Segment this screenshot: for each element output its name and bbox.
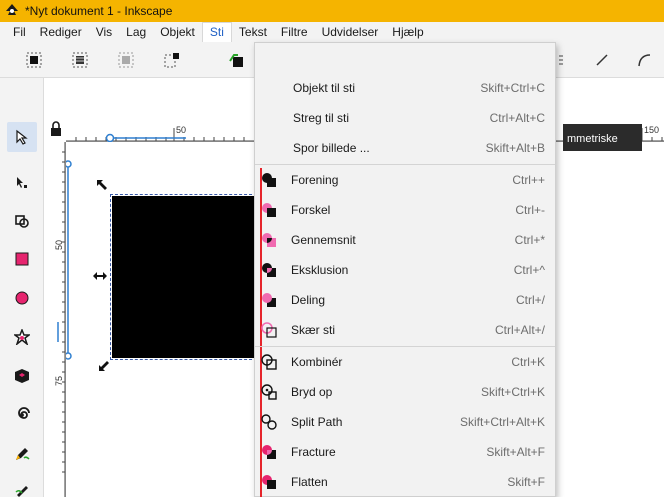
intersection-icon: [262, 233, 276, 247]
deselect-icon[interactable]: [116, 50, 136, 70]
menu-item-break-apart[interactable]: Bryd op Skift+Ctrl+K: [255, 377, 555, 407]
menu-item-trace-bitmap[interactable]: Spor billede ... Skift+Alt+B: [255, 133, 555, 163]
break-apart-icon: [261, 384, 277, 400]
pencil-tool-icon[interactable]: [7, 439, 37, 469]
star-tool-icon[interactable]: [7, 322, 37, 352]
menu-item-label: Kombinér: [291, 355, 343, 369]
window-title: *Nyt dokument 1 - Inkscape: [25, 4, 173, 18]
tooltip: mmetriske: [563, 124, 642, 151]
3d-box-tool-icon[interactable]: [7, 361, 37, 391]
menu-item-cut-path[interactable]: Skær sti Ctrl+Alt+/: [255, 315, 555, 345]
menu-filtre[interactable]: Filtre: [274, 22, 315, 42]
menu-item-split-path[interactable]: Split Path Skift+Ctrl+Alt+K: [255, 407, 555, 437]
menu-item-fracture[interactable]: Fracture Skift+Alt+F: [255, 437, 555, 467]
circle-tool-icon[interactable]: [7, 283, 37, 313]
menu-hjaelp[interactable]: Hjælp: [385, 22, 430, 42]
menu-item-combine[interactable]: Kombinér Ctrl+K: [255, 347, 555, 377]
menu-item-label: Gennemsnit: [291, 233, 356, 247]
menu-item-stroke-to-path[interactable]: Streg til sti Ctrl+Alt+C: [255, 103, 555, 133]
toolbox: [0, 78, 44, 497]
vruler-label-50: 50: [54, 239, 64, 250]
lock-icon[interactable]: [44, 118, 66, 142]
line-icon[interactable]: [592, 50, 612, 70]
menu-item-shortcut: Ctrl+-: [515, 203, 545, 217]
selector-tool-icon[interactable]: [7, 122, 37, 152]
menu-item-shortcut: Skift+Ctrl+C: [480, 81, 545, 95]
menu-item-label: Split Path: [291, 415, 343, 429]
menu-item-shortcut: Ctrl+Alt+C: [489, 111, 545, 125]
menu-item-shortcut: Ctrl+^: [513, 263, 545, 277]
exclusion-icon: [262, 263, 276, 277]
menu-lag[interactable]: Lag: [119, 22, 153, 42]
black-rectangle-object[interactable]: [110, 194, 257, 360]
vruler-label-75: 75: [54, 375, 64, 386]
menu-item-difference[interactable]: Forskel Ctrl+-: [255, 195, 555, 225]
rectangle-tool-icon[interactable]: [7, 244, 37, 274]
menu-item-label: Deling: [291, 293, 326, 307]
menu-udvidelser[interactable]: Udvidelser: [315, 22, 386, 42]
menu-item-label: Flatten: [291, 475, 328, 489]
select-all-in-all-layers-icon[interactable]: [70, 50, 90, 70]
inkscape-icon: [6, 4, 18, 15]
scale-handle-top-left-icon[interactable]: [96, 179, 108, 191]
menu-objekt[interactable]: Objekt: [153, 22, 202, 42]
fracture-icon: [262, 445, 276, 459]
menu-item-flatten[interactable]: Flatten Skift+F: [255, 467, 555, 497]
menu-item-shortcut: Ctrl+*: [514, 233, 545, 247]
menu-item-shortcut: Skift+Alt+F: [486, 445, 545, 459]
split-path-icon: [261, 414, 277, 430]
menu-item-label: Eksklusion: [291, 263, 349, 277]
difference-icon: [262, 203, 276, 217]
menu-item-label: Spor billede ...: [293, 141, 370, 155]
scale-handle-bottom-left-icon[interactable]: [98, 360, 110, 372]
menu-item-shortcut: Skift+Ctrl+K: [480, 385, 545, 399]
menu-item-shortcut: Ctrl+Alt+/: [494, 323, 545, 337]
select-all-icon[interactable]: [24, 50, 44, 70]
menu-bar: Fil Rediger Vis Lag Objekt Sti Tekst Fil…: [0, 22, 664, 42]
menu-tekst[interactable]: Tekst: [232, 22, 274, 42]
combine-icon: [261, 354, 277, 370]
select-same-icon[interactable]: [162, 50, 182, 70]
union-icon: [262, 173, 276, 187]
menu-item-division[interactable]: Deling Ctrl+/: [255, 285, 555, 315]
hruler-label-50: 50: [176, 125, 187, 135]
node-tool-icon[interactable]: [7, 168, 37, 198]
menu-item-intersection[interactable]: Gennemsnit Ctrl+*: [255, 225, 555, 255]
hruler-label-150: 150: [644, 125, 660, 135]
menu-item-label: Fracture: [291, 445, 336, 459]
menu-item-label: Bryd op: [291, 385, 333, 399]
ruler-corner: [44, 118, 66, 142]
menu-item-label: Forskel: [291, 203, 331, 217]
menu-item-shortcut: Ctrl++: [512, 173, 545, 187]
menu-item-shortcut: Skift+Alt+B: [485, 141, 545, 155]
menu-item-exclusion[interactable]: Eksklusion Ctrl+^: [255, 255, 555, 285]
flatten-icon: [262, 475, 276, 489]
menu-item-label: Skær sti: [291, 323, 336, 337]
menu-item-label: Objekt til sti: [293, 81, 356, 95]
scale-handle-middle-left-icon[interactable]: [93, 270, 107, 280]
division-icon: [262, 293, 276, 307]
menu-item-object-to-path[interactable]: Objekt til sti Skift+Ctrl+C: [255, 73, 555, 103]
menu-item-union[interactable]: Forening Ctrl++: [255, 165, 555, 195]
menu-item-shortcut: Ctrl+/: [515, 293, 545, 307]
title-bar: *Nyt dokument 1 - Inkscape: [0, 0, 664, 22]
cut-path-icon: [261, 322, 277, 338]
tweak-tool-icon[interactable]: [7, 206, 37, 236]
path-tool-icon[interactable]: [226, 50, 246, 70]
menu-item-shortcut: Skift+Ctrl+Alt+K: [459, 415, 545, 429]
menu-rediger[interactable]: Rediger: [33, 22, 89, 42]
pen-tool-icon[interactable]: [7, 476, 37, 497]
spiral-tool-icon[interactable]: [7, 400, 37, 430]
menu-sti[interactable]: Sti: [201, 22, 232, 42]
zoom-icon[interactable]: [556, 50, 566, 70]
menu-item-shortcut: Ctrl+K: [511, 355, 545, 369]
menu-fil[interactable]: Fil: [6, 22, 33, 42]
menu-item-label: Streg til sti: [293, 111, 350, 125]
curve-icon[interactable]: [634, 50, 654, 70]
menu-vis[interactable]: Vis: [89, 22, 119, 42]
vertical-ruler: 50 75: [54, 142, 66, 497]
path-menu-dropdown: Objekt til sti Skift+Ctrl+C Streg til st…: [254, 42, 556, 497]
menu-item-shortcut: Skift+F: [507, 475, 545, 489]
menu-item-label: Forening: [291, 173, 339, 187]
